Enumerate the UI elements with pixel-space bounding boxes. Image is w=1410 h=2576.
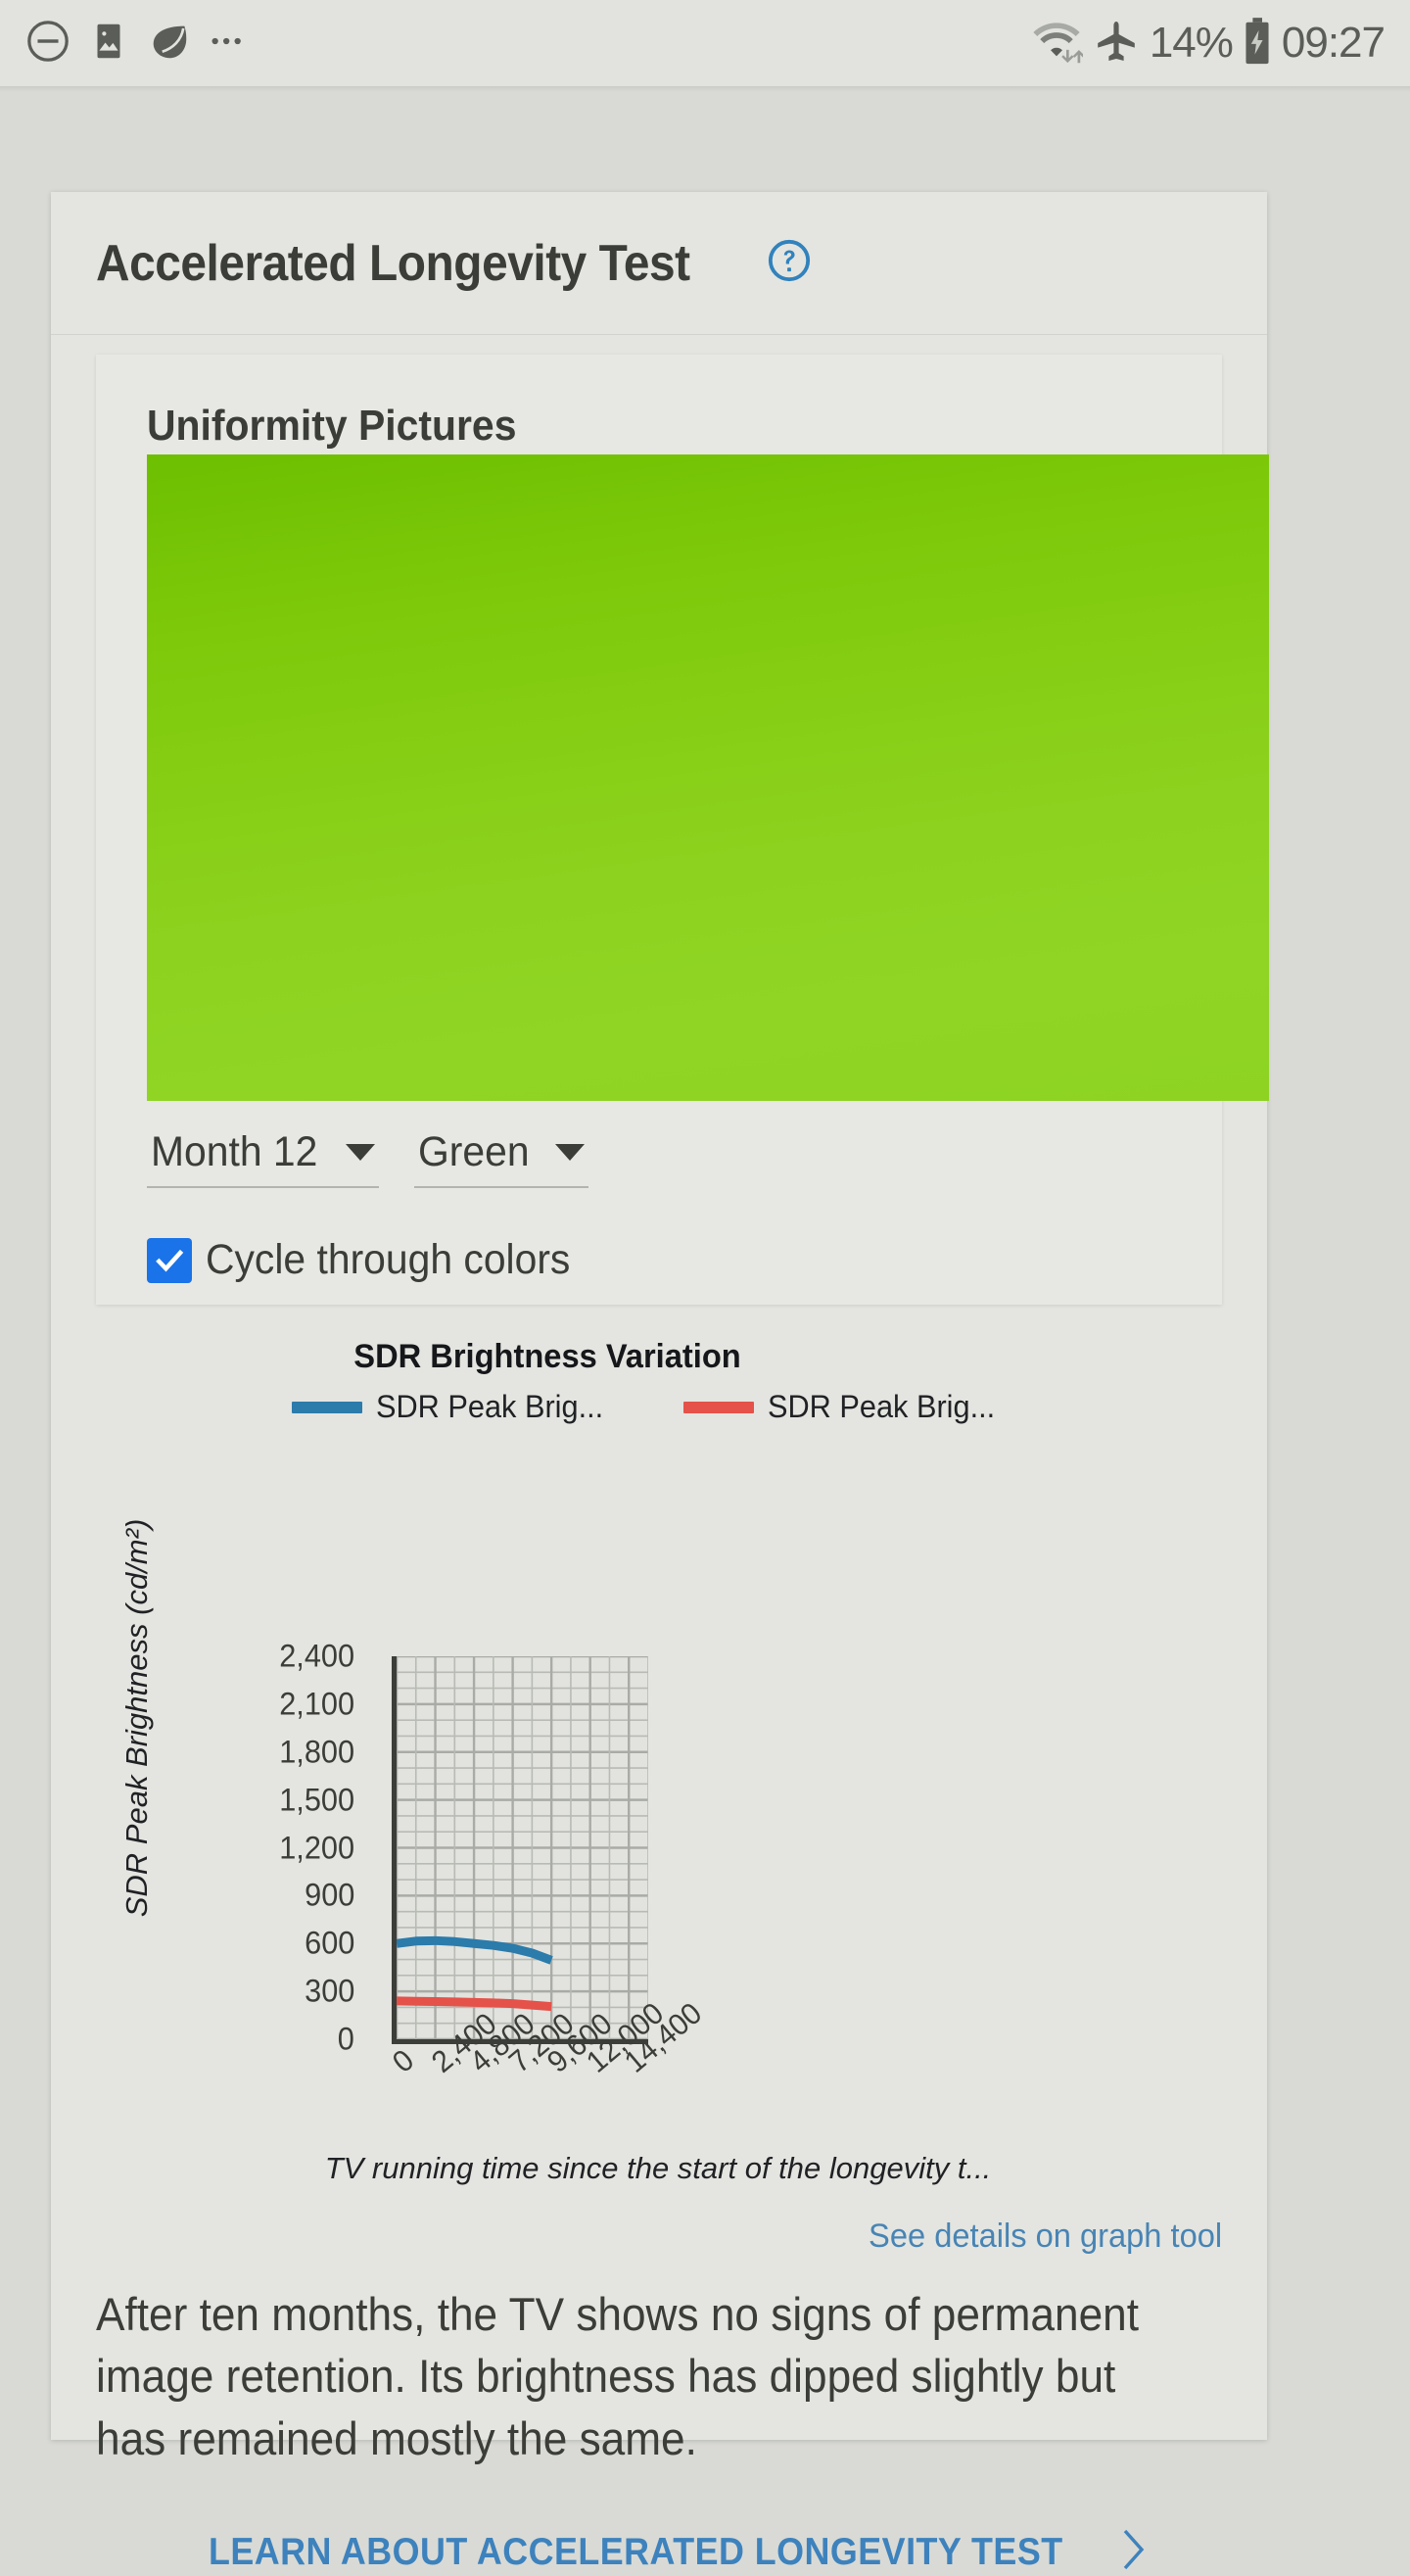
card-header: Accelerated Longevity Test xyxy=(51,192,1267,335)
chart-plot-inner xyxy=(397,1656,648,2039)
check-icon xyxy=(153,1244,186,1277)
chart-x-axis-label: TV running time since the start of the l… xyxy=(227,2151,1089,2186)
cycle-through-colors-checkbox[interactable] xyxy=(147,1238,192,1283)
image-icon xyxy=(86,19,131,69)
chevron-down-icon xyxy=(346,1144,375,1161)
y-tick-label: 1,500 xyxy=(279,1782,354,1818)
wifi-icon xyxy=(1030,17,1083,71)
legend-label-series-1: SDR Peak Brig... xyxy=(768,1389,995,1425)
month-dropdown[interactable]: Month 12 xyxy=(147,1128,379,1188)
chart-legend: SDR Peak Brig... SDR Peak Brig... xyxy=(208,1389,1089,1425)
legend-item[interactable]: SDR Peak Brig... xyxy=(292,1389,613,1425)
chevron-down-icon xyxy=(555,1144,585,1161)
airplane-mode-icon xyxy=(1093,17,1140,71)
chevron-right-icon xyxy=(1121,2528,1147,2576)
chart-y-axis-ticks: 03006009001,2001,5001,8002,1002,400 xyxy=(178,1642,354,2031)
chart-title: SDR Brightness Variation xyxy=(350,1338,744,1376)
uniformity-section-title: Uniformity Pictures xyxy=(147,402,516,451)
cycle-through-colors-label: Cycle through colors xyxy=(206,1236,570,1284)
legend-item[interactable]: SDR Peak Brig... xyxy=(683,1389,1005,1425)
accelerated-longevity-test-card: Accelerated Longevity Test Uniformity Pi… xyxy=(51,192,1267,2440)
help-circle-icon[interactable] xyxy=(767,238,812,288)
y-tick-label: 0 xyxy=(338,2022,354,2058)
y-tick-label: 1,200 xyxy=(279,1830,354,1866)
green-uniformity-picture[interactable] xyxy=(147,454,1269,1101)
y-tick-label: 600 xyxy=(305,1926,354,1962)
more-icon xyxy=(208,31,253,56)
page-title: Accelerated Longevity Test xyxy=(96,234,690,293)
month-dropdown-label: Month 12 xyxy=(151,1128,317,1176)
y-tick-label: 2,100 xyxy=(279,1686,354,1722)
chart-series-line-1 xyxy=(397,2001,551,2007)
y-tick-label: 2,400 xyxy=(279,1639,354,1675)
uniformity-controls: Month 12 Green xyxy=(147,1128,588,1188)
legend-swatch-series-0 xyxy=(292,1402,362,1413)
legend-label-series-0: SDR Peak Brig... xyxy=(376,1389,603,1425)
do-not-disturb-icon xyxy=(25,19,70,69)
chart-plot-area xyxy=(392,1656,648,2044)
battery-percent-label: 14% xyxy=(1150,19,1233,68)
y-tick-label: 300 xyxy=(305,1974,354,2010)
see-details-on-graph-tool-link[interactable]: See details on graph tool xyxy=(869,2218,1222,2256)
status-bar-shadow xyxy=(0,86,1410,92)
legend-swatch-series-1 xyxy=(683,1402,754,1413)
cycle-colors-row[interactable]: Cycle through colors xyxy=(147,1236,589,1284)
leaf-icon xyxy=(147,19,192,69)
learn-about-link[interactable]: LEARN ABOUT ACCELERATED LONGEVITY TEST xyxy=(51,2528,1267,2576)
chart-x-axis-ticks: 02,4004,8007,2009,60012,00014,400 xyxy=(392,2053,705,2141)
summary-text: After ten months, the TV shows no signs … xyxy=(96,2283,1163,2469)
uniformity-pictures-panel: Uniformity Pictures Month 12 Green Cycle… xyxy=(96,355,1222,1305)
clock-label: 09:27 xyxy=(1282,19,1385,68)
status-bar-notifications xyxy=(25,19,253,69)
y-tick-label: 1,800 xyxy=(279,1734,354,1770)
learn-about-link-label: LEARN ABOUT ACCELERATED LONGEVITY TEST xyxy=(209,2531,1063,2574)
color-dropdown[interactable]: Green xyxy=(414,1128,588,1188)
status-bar: 14% 09:27 xyxy=(0,0,1410,86)
x-tick-label: 0 xyxy=(386,2042,421,2079)
status-bar-system: 14% 09:27 xyxy=(1030,17,1385,71)
chart-lines xyxy=(397,1656,648,2039)
color-dropdown-label: Green xyxy=(418,1128,530,1176)
battery-charging-icon xyxy=(1243,17,1272,71)
chart-y-axis-label: SDR Peak Brightness (cd/m²) xyxy=(119,1512,155,1924)
y-tick-label: 900 xyxy=(305,1878,354,1914)
